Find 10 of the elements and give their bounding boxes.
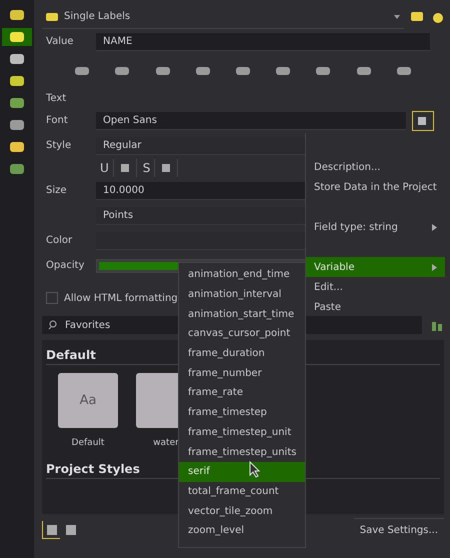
style-name: water [153, 438, 179, 448]
field-label: Style [45, 140, 72, 151]
section-title: Text [45, 92, 68, 106]
field-label: Font [45, 115, 69, 126]
checkbox-label: Allow HTML formatting [64, 292, 178, 304]
field-label: Value [45, 36, 74, 47]
field-label: Color [45, 235, 74, 246]
field-label: Opacity [45, 260, 86, 271]
field-label: Size [45, 185, 68, 196]
style-name: Default [72, 438, 104, 448]
